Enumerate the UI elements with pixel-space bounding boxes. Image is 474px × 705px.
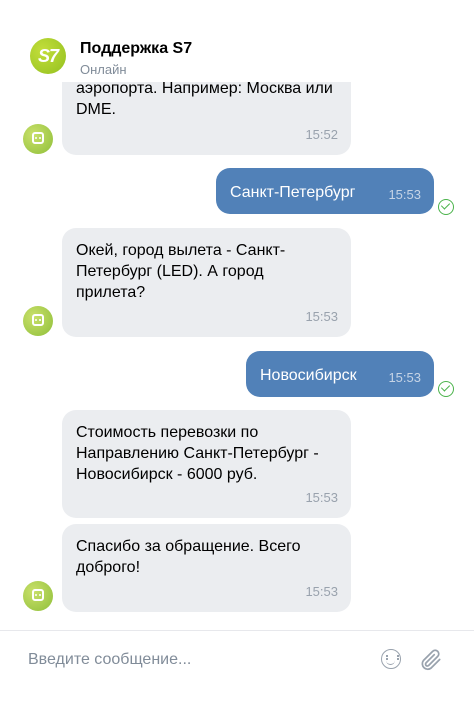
message-text: Стоимость перевозки по Направлению Санкт…	[76, 424, 319, 483]
message-text: Окей, город вылета - Санкт-Петербург (LE…	[76, 242, 286, 301]
s7-logo[interactable]: S7	[30, 38, 66, 74]
robot-icon	[32, 314, 44, 326]
bot-avatar	[23, 124, 53, 154]
message-time: 15:53	[388, 370, 421, 385]
message-input[interactable]	[28, 645, 358, 675]
message-text: Спасибо за обращение. Всего доброго!	[76, 538, 301, 576]
chat-header: S7 Поддержка S7 Онлайн	[0, 0, 474, 82]
message-bubble-incoming: Стоимость перевозки по Направлению Санкт…	[62, 410, 351, 518]
message-bubble-incoming: Окей, город вылета - Санкт-Петербург (LE…	[62, 228, 351, 337]
message-bubble-incoming: Спасибо за обращение. Всего доброго! 15:…	[62, 524, 351, 612]
logo-text: S7	[37, 45, 59, 66]
robot-icon	[32, 589, 44, 601]
message-time: 15:52	[305, 127, 338, 142]
message-time: 15:53	[305, 490, 338, 505]
message-feed[interactable]: аэропорта. Например: Москва или DME. 15:…	[0, 0, 474, 630]
read-check-icon	[438, 199, 454, 215]
message-time: 15:53	[305, 584, 338, 599]
paperclip-icon[interactable]	[418, 647, 444, 673]
read-check-icon	[438, 381, 454, 397]
chat-status: Онлайн	[80, 62, 127, 77]
message-text: аэропорта. Например: Москва или DME.	[76, 80, 333, 118]
robot-icon	[32, 132, 44, 144]
message-composer	[0, 630, 474, 705]
message-bubble-outgoing: Санкт-Петербург 15:53	[216, 168, 434, 214]
chat-title[interactable]: Поддержка S7	[80, 40, 192, 58]
smile-icon[interactable]	[381, 649, 401, 669]
bot-avatar	[23, 581, 53, 611]
message-bubble-outgoing: Новосибирск 15:53	[246, 351, 434, 397]
message-time: 15:53	[388, 187, 421, 202]
bot-avatar	[23, 306, 53, 336]
message-time: 15:53	[305, 309, 338, 324]
